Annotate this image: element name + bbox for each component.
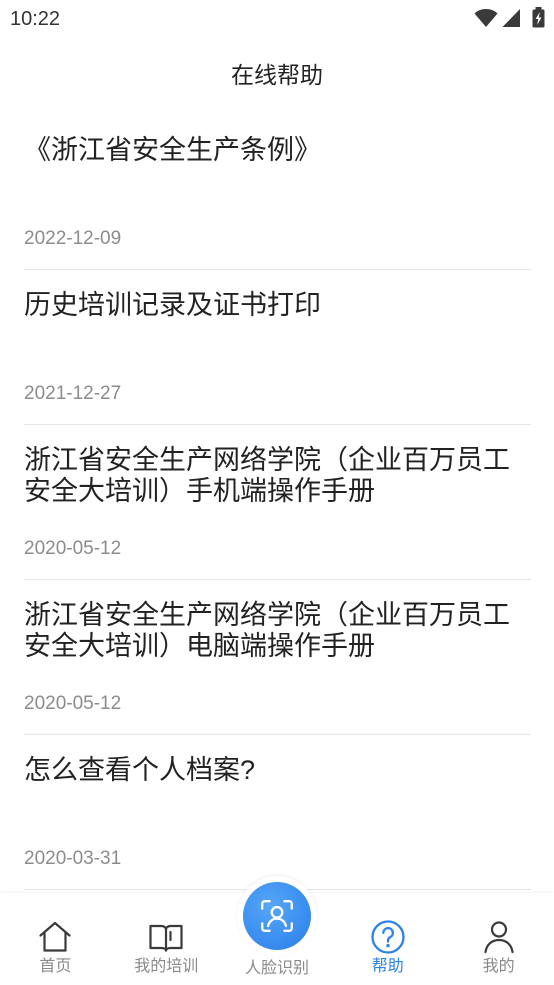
article-date: 2022-12-09 (24, 228, 122, 249)
face-recognition-button[interactable] (242, 882, 311, 950)
nav-label-my-training: 我的培训 (134, 958, 199, 975)
help-article-item[interactable]: 怎么查看个人档案? 2020-03-31 (24, 735, 531, 890)
person-icon (483, 921, 514, 954)
nav-item-me[interactable]: 我的 (443, 893, 554, 985)
wifi-icon (474, 9, 498, 27)
page-header: 在线帮助 (0, 40, 554, 115)
nav-item-my-training[interactable]: 我的培训 (111, 893, 222, 985)
nav-item-home[interactable]: 首页 (0, 893, 111, 985)
article-title: 浙江省安全生产网络学院（企业百万员工安全大培训）手机端操作手册 (24, 445, 510, 506)
article-title: 浙江省安全生产网络学院（企业百万员工安全大培训）电脑端操作手册 (24, 600, 510, 661)
nav-label-home: 首页 (39, 958, 72, 975)
bottom-nav: 首页 我的培训 人脸识别 帮助 我的 (0, 876, 554, 985)
status-time: 10:22 (10, 8, 61, 30)
help-article-list: 《浙江省安全生产条例》 2022-12-09 历史培训记录及证书打印 2021-… (0, 115, 554, 890)
article-date: 2021-12-27 (24, 383, 122, 404)
home-icon (39, 921, 71, 952)
help-icon (371, 920, 405, 954)
face-scan-icon (261, 900, 293, 932)
status-bar: 10:22 (0, 0, 554, 40)
page-title: 在线帮助 (231, 62, 323, 88)
help-article-item[interactable]: 浙江省安全生产网络学院（企业百万员工安全大培训）手机端操作手册 2020-05-… (24, 425, 531, 580)
help-article-item[interactable]: 浙江省安全生产网络学院（企业百万员工安全大培训）电脑端操作手册 2020-05-… (24, 580, 531, 735)
article-title: 怎么查看个人档案? (24, 755, 256, 785)
article-title: 《浙江省安全生产条例》 (24, 135, 321, 165)
nav-label-face-recognition: 人脸识别 (244, 960, 309, 977)
article-title: 历史培训记录及证书打印 (24, 290, 321, 320)
nav-label-help: 帮助 (371, 958, 404, 975)
nav-item-face-recognition[interactable]: 人脸识别 (222, 876, 333, 985)
article-date: 2020-05-12 (24, 538, 122, 559)
nav-label-me: 我的 (482, 958, 515, 975)
signal-icon (502, 9, 520, 27)
battery-charging-icon (532, 7, 545, 28)
face-recognition-button-ring[interactable] (236, 876, 317, 956)
article-date: 2020-05-12 (24, 693, 122, 714)
article-date: 2020-03-31 (24, 848, 122, 869)
book-icon (149, 924, 183, 952)
help-article-item[interactable]: 历史培训记录及证书打印 2021-12-27 (24, 270, 531, 425)
nav-item-help[interactable]: 帮助 (332, 893, 443, 985)
help-article-item[interactable]: 《浙江省安全生产条例》 2022-12-09 (24, 115, 531, 270)
